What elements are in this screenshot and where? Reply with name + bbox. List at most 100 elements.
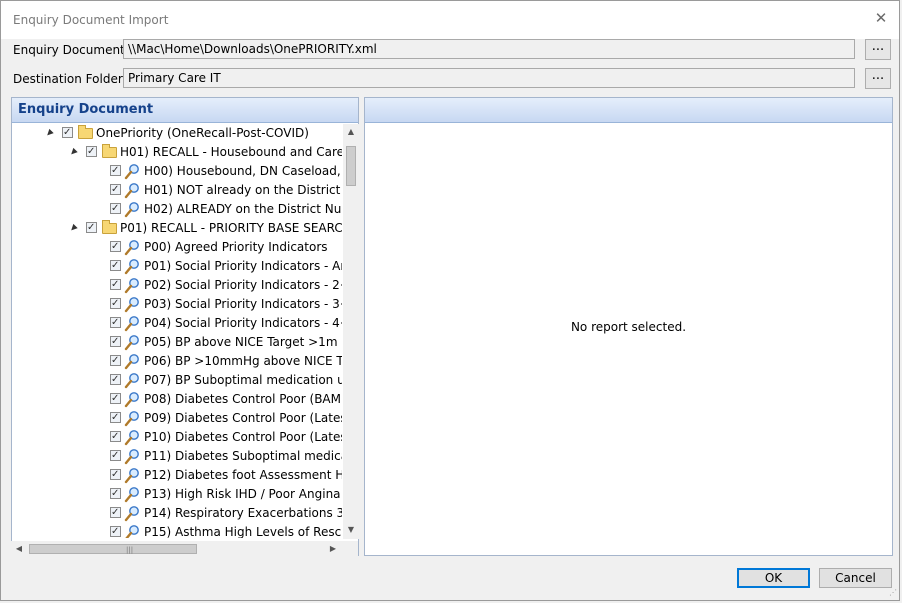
- magnifier-icon: [124, 371, 140, 390]
- tree-node-label[interactable]: P11) Diabetes Suboptimal medicatio: [144, 447, 342, 466]
- node-checkbox[interactable]: [110, 161, 121, 180]
- tree-search-node[interactable]: P09) Diabetes Control Poor (Latest H: [12, 408, 342, 428]
- tree-search-node[interactable]: P15) Asthma High Levels of Rescue M: [12, 522, 342, 538]
- node-checkbox[interactable]: [110, 446, 121, 465]
- tree-node-label[interactable]: P07) BP Suboptimal medication use: [144, 371, 342, 390]
- tree-search-node[interactable]: H00) Housebound, DN Caseload, Re: [12, 161, 342, 181]
- expand-collapse-icon[interactable]: ▲: [63, 218, 84, 239]
- tree-node-label[interactable]: P14) Respiratory Exacerbations 3+ <: [144, 504, 342, 523]
- magnifier-icon: [124, 257, 140, 276]
- scroll-left-icon[interactable]: ◀: [11, 541, 27, 557]
- magnifier-icon: [124, 295, 140, 314]
- tree-folder-node[interactable]: ▲ OnePriority (OneRecall-Post-COVID): [12, 124, 342, 143]
- tree-search-node[interactable]: P11) Diabetes Suboptimal medicatio: [12, 446, 342, 466]
- scroll-down-icon[interactable]: ▼: [343, 522, 359, 538]
- tree-search-node[interactable]: P01) Social Priority Indicators - Any: [12, 256, 342, 276]
- tree-search-node[interactable]: P03) Social Priority Indicators - 3+: [12, 294, 342, 314]
- node-checkbox[interactable]: [110, 427, 121, 446]
- tree-vertical-scrollbar[interactable]: ▲ ▼: [343, 124, 359, 539]
- node-checkbox[interactable]: [110, 256, 121, 275]
- expand-collapse-icon[interactable]: ▲: [63, 142, 84, 163]
- tree-node-label[interactable]: H01) NOT already on the District Nurs: [144, 181, 342, 200]
- tree-node-label[interactable]: P00) Agreed Priority Indicators: [144, 238, 328, 257]
- tree-node-label[interactable]: P01) RECALL - PRIORITY BASE SEARCHE: [120, 219, 342, 238]
- tree-node-label[interactable]: P03) Social Priority Indicators - 3+: [144, 295, 342, 314]
- scroll-right-icon[interactable]: ▶: [325, 541, 341, 557]
- tree-node-label[interactable]: P01) Social Priority Indicators - Any: [144, 257, 342, 276]
- node-checkbox[interactable]: [110, 484, 121, 503]
- node-checkbox[interactable]: [110, 389, 121, 408]
- node-checkbox[interactable]: [110, 465, 121, 484]
- node-checkbox[interactable]: [110, 180, 121, 199]
- tree-node-label[interactable]: P08) Diabetes Control Poor (BAME >: [144, 390, 342, 409]
- scroll-up-icon[interactable]: ▲: [343, 124, 359, 140]
- cancel-button[interactable]: Cancel: [819, 568, 892, 588]
- tree-node-label[interactable]: P02) Social Priority Indicators - 2+: [144, 276, 342, 295]
- node-checkbox[interactable]: [110, 332, 121, 351]
- node-checkbox[interactable]: [110, 237, 121, 256]
- tree-node-label[interactable]: P06) BP >10mmHg above NICE Targ: [144, 352, 342, 371]
- tree-node-label[interactable]: P10) Diabetes Control Poor (Latest H: [144, 428, 342, 447]
- node-checkbox[interactable]: [110, 370, 121, 389]
- destination-folder-field[interactable]: Primary Care IT: [123, 68, 855, 88]
- node-checkbox[interactable]: [110, 503, 121, 522]
- node-checkbox[interactable]: [110, 275, 121, 294]
- resize-grip-icon[interactable]: ⋰: [889, 588, 897, 597]
- tree-folder-node[interactable]: ▲ P01) RECALL - PRIORITY BASE SEARCHE: [12, 218, 342, 239]
- tree-node-label[interactable]: P15) Asthma High Levels of Rescue M: [144, 523, 342, 538]
- tree-search-node[interactable]: P00) Agreed Priority Indicators: [12, 237, 342, 257]
- tree-node-label[interactable]: P05) BP above NICE Target >1m ago: [144, 333, 342, 352]
- expand-collapse-icon[interactable]: ▲: [39, 124, 60, 144]
- node-checkbox[interactable]: [110, 199, 121, 218]
- ok-button[interactable]: OK: [737, 568, 810, 588]
- node-checkbox[interactable]: [110, 351, 121, 370]
- tree-search-node[interactable]: P13) High Risk IHD / Poor Angina Co: [12, 484, 342, 504]
- tree-node-label[interactable]: P12) Diabetes foot Assessment High: [144, 466, 342, 485]
- node-checkbox[interactable]: [62, 124, 73, 142]
- node-checkbox[interactable]: [110, 313, 121, 332]
- tree-horizontal-scrollbar[interactable]: ◀ ||| ▶: [11, 541, 341, 557]
- tree-panel-header: Enquiry Document: [12, 98, 358, 123]
- magnifier-icon: [124, 333, 140, 352]
- enquiry-tree[interactable]: ▲ OnePriority (OneRecall-Post-COVID) ▲ H01)…: [12, 124, 342, 538]
- enquiry-document-field[interactable]: \\Mac\Home\Downloads\OnePRIORITY.xml: [123, 39, 855, 59]
- tree-search-node[interactable]: P05) BP above NICE Target >1m ago: [12, 332, 342, 352]
- tree-search-node[interactable]: P10) Diabetes Control Poor (Latest H: [12, 427, 342, 447]
- node-checkbox[interactable]: [110, 522, 121, 538]
- browse-enquiry-button[interactable]: ...: [865, 39, 891, 60]
- magnifier-icon: [124, 523, 140, 538]
- tree-search-node[interactable]: P06) BP >10mmHg above NICE Targ: [12, 351, 342, 371]
- tree-search-node[interactable]: P12) Diabetes foot Assessment High: [12, 465, 342, 485]
- tree-node-label[interactable]: P04) Social Priority Indicators - 4+: [144, 314, 342, 333]
- tree-node-label[interactable]: H00) Housebound, DN Caseload, Re: [144, 162, 342, 181]
- tree-search-node[interactable]: P04) Social Priority Indicators - 4+: [12, 313, 342, 333]
- tree-node-label[interactable]: P13) High Risk IHD / Poor Angina Co: [144, 485, 342, 504]
- tree-search-node[interactable]: P14) Respiratory Exacerbations 3+ <: [12, 503, 342, 523]
- node-checkbox[interactable]: [86, 218, 97, 237]
- tree-node-label[interactable]: P09) Diabetes Control Poor (Latest H: [144, 409, 342, 428]
- node-checkbox[interactable]: [86, 142, 97, 161]
- tree-node-label[interactable]: OnePriority (OneRecall-Post-COVID): [96, 124, 309, 143]
- magnifier-icon: [124, 200, 140, 219]
- node-checkbox[interactable]: [110, 294, 121, 313]
- report-preview-panel: No report selected.: [364, 97, 893, 556]
- tree-search-node[interactable]: H01) NOT already on the District Nurs: [12, 180, 342, 200]
- vertical-scroll-thumb[interactable]: [346, 146, 356, 186]
- horizontal-scroll-thumb[interactable]: |||: [29, 544, 197, 554]
- magnifier-icon: [124, 447, 140, 466]
- destination-folder-label: Destination Folder: [13, 72, 123, 86]
- tree-search-node[interactable]: P02) Social Priority Indicators - 2+: [12, 275, 342, 295]
- tree-folder-node[interactable]: ▲ H01) RECALL - Housebound and Care Hom: [12, 142, 342, 163]
- tree-search-node[interactable]: H02) ALREADY on the District Nurse C: [12, 199, 342, 219]
- close-icon[interactable]: ✕: [873, 10, 889, 26]
- node-checkbox[interactable]: [110, 408, 121, 427]
- magnifier-icon: [124, 428, 140, 447]
- browse-destination-button[interactable]: ...: [865, 68, 891, 89]
- import-dialog: Enquiry Document Import ✕ Enquiry Docume…: [0, 0, 900, 601]
- tree-search-node[interactable]: P08) Diabetes Control Poor (BAME >: [12, 389, 342, 409]
- tree-search-node[interactable]: P07) BP Suboptimal medication use: [12, 370, 342, 390]
- enquiry-tree-panel: Enquiry Document ▲ OnePriority (OneRecall…: [11, 97, 359, 556]
- tree-node-label[interactable]: H02) ALREADY on the District Nurse C: [144, 200, 342, 219]
- tree-node-label[interactable]: H01) RECALL - Housebound and Care Hom: [120, 143, 342, 162]
- magnifier-icon: [124, 314, 140, 333]
